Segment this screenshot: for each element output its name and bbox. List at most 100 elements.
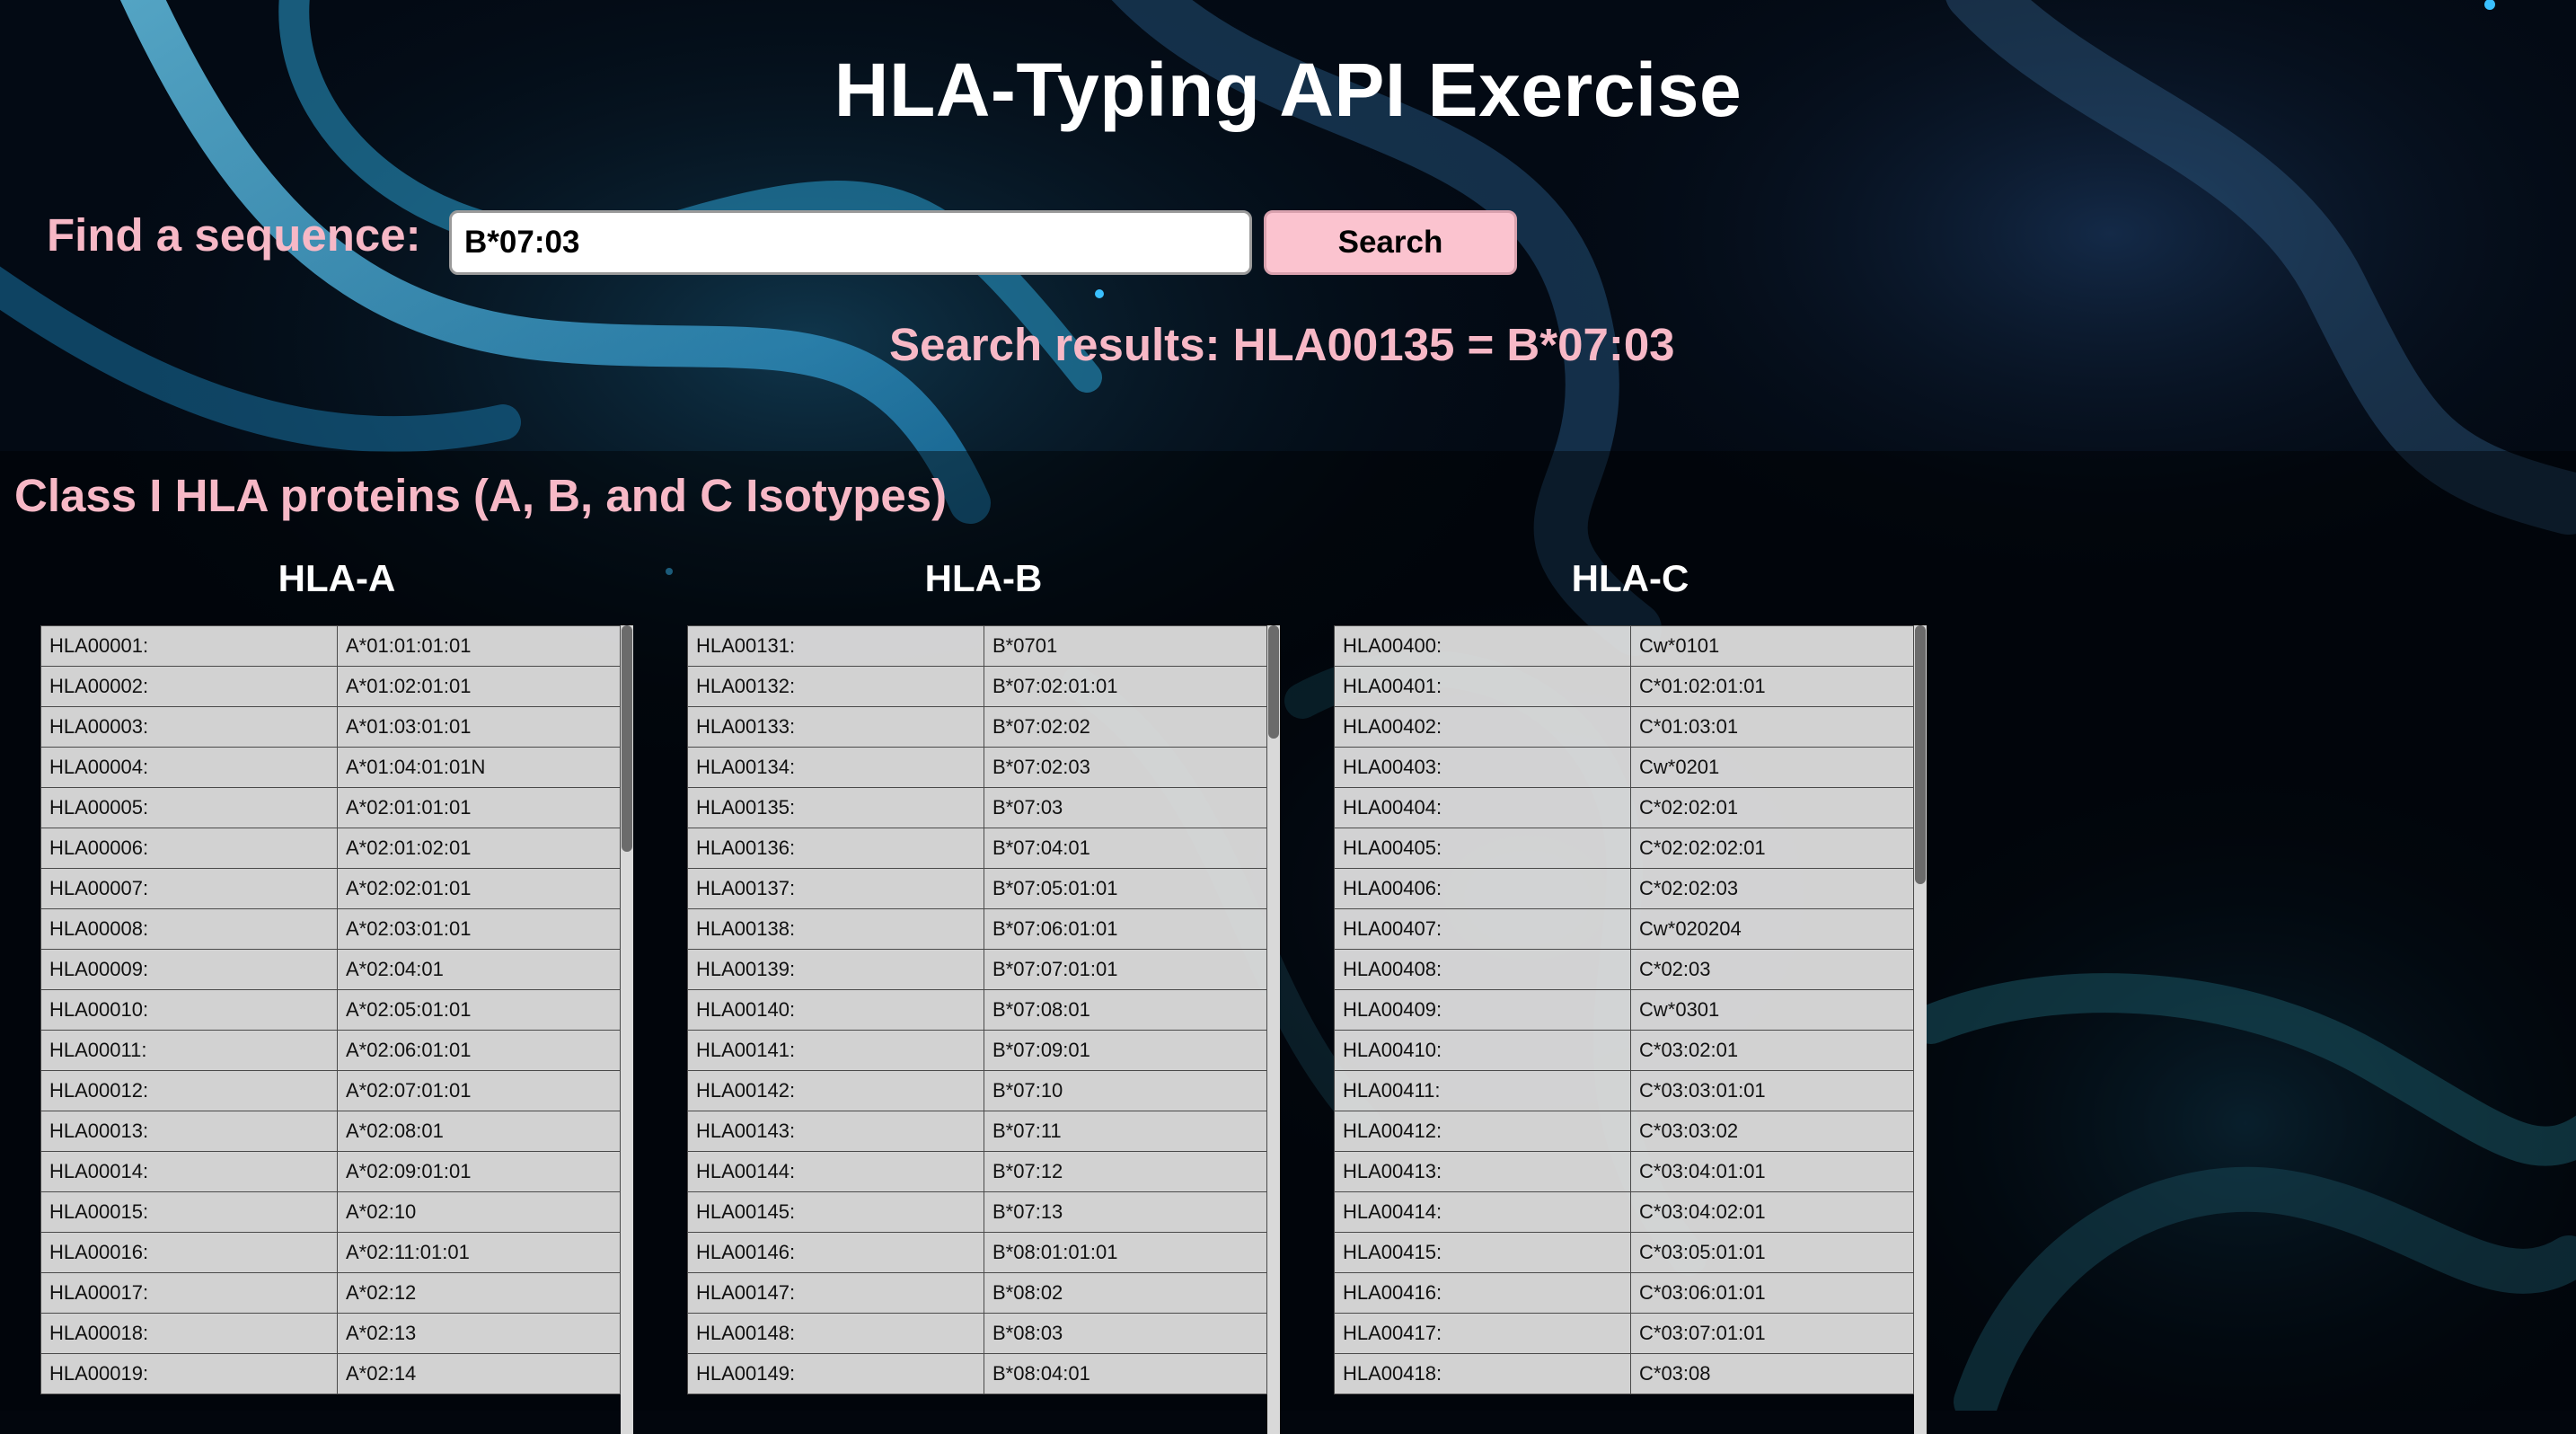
hla-id-cell: HLA00009: xyxy=(40,949,338,990)
allele-name-cell: C*03:04:02:01 xyxy=(1630,1191,1914,1233)
hla-c-scrollbar[interactable] xyxy=(1914,625,1927,1434)
table-row: HLA00017: A*02:12 xyxy=(40,1272,621,1314)
hla-id-cell: HLA00004: xyxy=(40,747,338,788)
hla-id-cell: HLA00012: xyxy=(40,1070,338,1111)
hla-id-cell: HLA00409: xyxy=(1334,989,1631,1031)
allele-name-cell: C*03:02:01 xyxy=(1630,1030,1914,1071)
table-row: HLA00140: B*07:08:01 xyxy=(687,989,1267,1031)
table-row: HLA00010: A*02:05:01:01 xyxy=(40,989,621,1031)
allele-name-cell: C*01:03:01 xyxy=(1630,706,1914,748)
hla-id-cell: HLA00403: xyxy=(1334,747,1631,788)
table-row: HLA00137: B*07:05:01:01 xyxy=(687,868,1267,909)
allele-name-cell: B*07:05:01:01 xyxy=(984,868,1267,909)
hla-a-scroll-thumb[interactable] xyxy=(622,625,632,852)
table-row: HLA00407: Cw*020204 xyxy=(1334,908,1914,950)
allele-name-cell: Cw*020204 xyxy=(1630,908,1914,950)
hla-c-title: HLA-C xyxy=(1571,557,1689,599)
search-results-text: Search results: HLA00135 = B*07:03 xyxy=(889,319,1675,370)
allele-name-cell: C*03:07:01:01 xyxy=(1630,1313,1914,1354)
section-heading: Class I HLA proteins (A, B, and C Isotyp… xyxy=(14,470,948,521)
hla-id-cell: HLA00408: xyxy=(1334,949,1631,990)
allele-name-cell: B*07:02:02 xyxy=(984,706,1267,748)
table-row: HLA00148: B*08:03 xyxy=(687,1313,1267,1354)
table-row: HLA00011: A*02:06:01:01 xyxy=(40,1030,621,1071)
hla-b-table: HLA00131: B*0701 HLA00132: B*07:02:01:01 HLA… xyxy=(687,625,1267,1394)
table-row: HLA00416: C*03:06:01:01 xyxy=(1334,1272,1914,1314)
allele-name-cell: A*02:01:01:01 xyxy=(337,787,621,828)
hla-a-title: HLA-A xyxy=(278,557,396,599)
hla-b-table-container[interactable]: HLA00131: B*0701 HLA00132: B*07:02:01:01 HLA… xyxy=(687,625,1280,1434)
hla-b-scroll-thumb[interactable] xyxy=(1268,625,1279,739)
hla-id-cell: HLA00407: xyxy=(1334,908,1631,950)
hla-id-cell: HLA00149: xyxy=(687,1353,984,1394)
allele-name-cell: A*02:11:01:01 xyxy=(337,1232,621,1273)
allele-name-cell: C*03:05:01:01 xyxy=(1630,1232,1914,1273)
hla-id-cell: HLA00135: xyxy=(687,787,984,828)
allele-name-cell: B*07:02:03 xyxy=(984,747,1267,788)
page-title: HLA-Typing API Exercise xyxy=(834,48,1742,132)
hla-id-cell: HLA00144: xyxy=(687,1151,984,1192)
allele-name-cell: A*02:07:01:01 xyxy=(337,1070,621,1111)
table-row: HLA00404: C*02:02:01 xyxy=(1334,787,1914,828)
allele-name-cell: A*02:10 xyxy=(337,1191,621,1233)
hla-id-cell: HLA00003: xyxy=(40,706,338,748)
table-row: HLA00133: B*07:02:02 xyxy=(687,706,1267,748)
table-row: HLA00414: C*03:04:02:01 xyxy=(1334,1191,1914,1233)
allele-name-cell: A*02:03:01:01 xyxy=(337,908,621,950)
table-row: HLA00003: A*01:03:01:01 xyxy=(40,706,621,748)
table-row: HLA00139: B*07:07:01:01 xyxy=(687,949,1267,990)
page-header: HLA-Typing API Exercise Find a sequence:… xyxy=(0,0,2576,451)
hla-id-cell: HLA00410: xyxy=(1334,1030,1631,1071)
allele-name-cell: A*01:02:01:01 xyxy=(337,666,621,707)
allele-name-cell: C*02:02:01 xyxy=(1630,787,1914,828)
hla-id-cell: HLA00006: xyxy=(40,828,338,869)
allele-name-cell: A*02:04:01 xyxy=(337,949,621,990)
table-row: HLA00413: C*03:04:01:01 xyxy=(1334,1151,1914,1192)
table-row: HLA00405: C*02:02:02:01 xyxy=(1334,828,1914,869)
table-row: HLA00006: A*02:01:02:01 xyxy=(40,828,621,869)
hla-c-scroll-thumb[interactable] xyxy=(1915,625,1926,884)
table-row: HLA00146: B*08:01:01:01 xyxy=(687,1232,1267,1273)
hla-id-cell: HLA00412: xyxy=(1334,1111,1631,1152)
hla-id-cell: HLA00401: xyxy=(1334,666,1631,707)
sequence-search-input[interactable] xyxy=(449,210,1252,275)
table-row: HLA00402: C*01:03:01 xyxy=(1334,706,1914,748)
table-row: HLA00015: A*02:10 xyxy=(40,1191,621,1233)
hla-id-cell: HLA00416: xyxy=(1334,1272,1631,1314)
hla-c-table-container[interactable]: HLA00400: Cw*0101 HLA00401: C*01:02:01:01 HL… xyxy=(1334,625,1927,1434)
table-row: HLA00141: B*07:09:01 xyxy=(687,1030,1267,1071)
hla-id-cell: HLA00142: xyxy=(687,1070,984,1111)
hla-a-scrollbar[interactable] xyxy=(621,625,633,1434)
table-row: HLA00411: C*03:03:01:01 xyxy=(1334,1070,1914,1111)
hla-id-cell: HLA00015: xyxy=(40,1191,338,1233)
hla-id-cell: HLA00141: xyxy=(687,1030,984,1071)
hla-id-cell: HLA00414: xyxy=(1334,1191,1631,1233)
table-row: HLA00147: B*08:02 xyxy=(687,1272,1267,1314)
table-row: HLA00409: Cw*0301 xyxy=(1334,989,1914,1031)
allele-name-cell: B*07:07:01:01 xyxy=(984,949,1267,990)
hla-id-cell: HLA00411: xyxy=(1334,1070,1631,1111)
table-row: HLA00143: B*07:11 xyxy=(687,1111,1267,1152)
allele-name-cell: C*02:03 xyxy=(1630,949,1914,990)
allele-name-cell: A*02:01:02:01 xyxy=(337,828,621,869)
hla-a-table: HLA00001: A*01:01:01:01 HLA00002: A*01:02:0… xyxy=(40,625,621,1394)
hla-b-scrollbar[interactable] xyxy=(1267,625,1280,1434)
hla-id-cell: HLA00010: xyxy=(40,989,338,1031)
allele-name-cell: B*07:04:01 xyxy=(984,828,1267,869)
hla-id-cell: HLA00148: xyxy=(687,1313,984,1354)
hla-id-cell: HLA00147: xyxy=(687,1272,984,1314)
hla-id-cell: HLA00001: xyxy=(40,625,338,667)
hla-id-cell: HLA00418: xyxy=(1334,1353,1631,1394)
allele-name-cell: B*07:13 xyxy=(984,1191,1267,1233)
hla-id-cell: HLA00139: xyxy=(687,949,984,990)
table-row: HLA00400: Cw*0101 xyxy=(1334,625,1914,667)
hla-a-table-container[interactable]: HLA00001: A*01:01:01:01 HLA00002: A*01:02:0… xyxy=(40,625,633,1434)
table-row: HLA00019: A*02:14 xyxy=(40,1353,621,1394)
allele-name-cell: A*02:02:01:01 xyxy=(337,868,621,909)
hla-id-cell: HLA00014: xyxy=(40,1151,338,1192)
table-row: HLA00417: C*03:07:01:01 xyxy=(1334,1313,1914,1354)
allele-name-cell: C*03:06:01:01 xyxy=(1630,1272,1914,1314)
search-button[interactable]: Search xyxy=(1264,210,1517,275)
table-row: HLA00014: A*02:09:01:01 xyxy=(40,1151,621,1192)
allele-name-cell: A*01:04:01:01N xyxy=(337,747,621,788)
